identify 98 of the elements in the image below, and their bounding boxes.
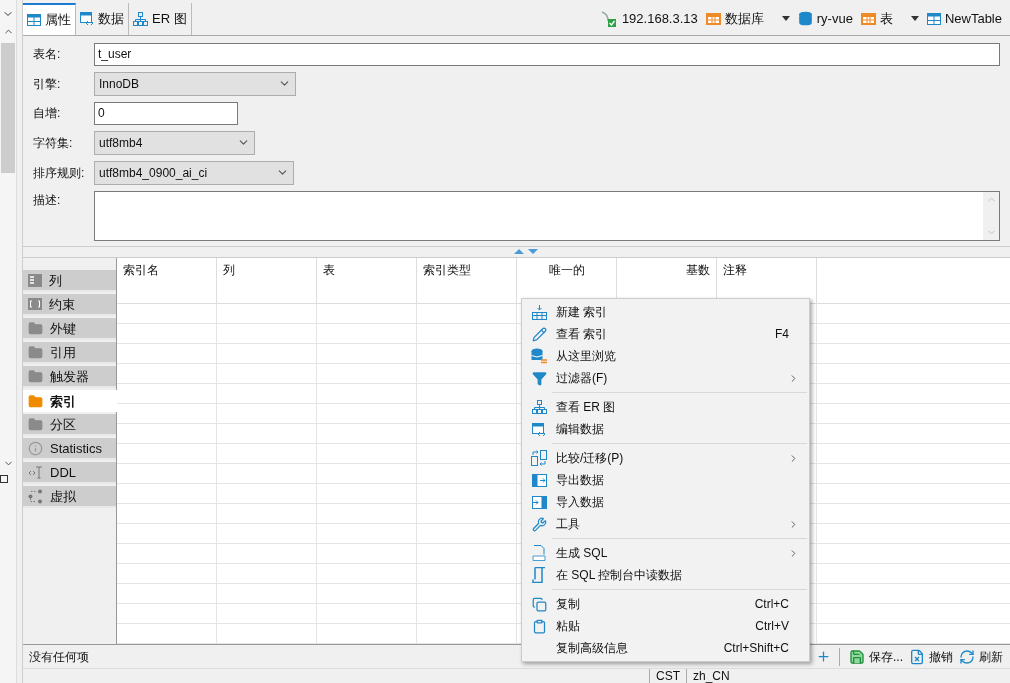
dropdown-caret-icon[interactable] bbox=[781, 16, 790, 22]
toolbar-button[interactable]: 撤销 bbox=[906, 647, 956, 666]
table-icon bbox=[926, 12, 941, 25]
wrench-icon bbox=[531, 516, 547, 532]
column-header[interactable]: 索引类型 bbox=[417, 258, 517, 304]
side-tab[interactable]: 外键 bbox=[23, 318, 116, 341]
brackets-icon bbox=[28, 298, 42, 311]
data-grid-icon bbox=[532, 422, 546, 436]
menu-item[interactable]: 导出数据 bbox=[522, 469, 809, 491]
field-label: 引擎: bbox=[33, 75, 62, 93]
side-tab[interactable]: DDL bbox=[23, 462, 116, 485]
breadcrumb-item[interactable]: 192.168.3.13 bbox=[599, 9, 698, 29]
shortcut-text: Ctrl+C bbox=[754, 596, 790, 613]
console-page-icon bbox=[532, 567, 546, 583]
breadcrumb-item[interactable]: ry-vue bbox=[797, 9, 853, 29]
document-x-icon bbox=[909, 648, 925, 665]
table-icon bbox=[27, 13, 41, 26]
add-icon[interactable] bbox=[816, 649, 831, 665]
menu-item[interactable]: 从这里浏览 bbox=[522, 345, 809, 367]
menu-item[interactable]: 查看 索引 F4 bbox=[522, 323, 809, 345]
save-icon bbox=[849, 648, 865, 665]
file-icon bbox=[532, 545, 546, 561]
splitter-arrows-icon[interactable] bbox=[514, 249, 540, 256]
menu-item[interactable]: 编辑数据 bbox=[522, 418, 809, 440]
menu-item[interactable]: 新建 索引 bbox=[522, 301, 809, 323]
menu-item[interactable]: 工具 bbox=[522, 513, 809, 535]
shortcut-text: F4 bbox=[775, 326, 790, 343]
menu-item[interactable]: 比较/迁移(P) bbox=[522, 447, 809, 469]
select-field[interactable]: utf8mb4_0900_ai_ci bbox=[94, 160, 294, 185]
toolbar-button[interactable]: 保存... bbox=[846, 647, 906, 666]
side-tab[interactable]: 约束 bbox=[23, 294, 116, 317]
database-list-icon bbox=[531, 348, 547, 364]
add-table-icon bbox=[531, 304, 547, 320]
side-tab[interactable]: 引用 bbox=[23, 342, 116, 365]
side-tab[interactable]: 索引 bbox=[23, 390, 117, 413]
toolbar-button[interactable]: 刷新 bbox=[956, 647, 1006, 666]
side-tab[interactable]: Statistics bbox=[23, 438, 116, 461]
columns-icon bbox=[28, 273, 42, 287]
field-label: 排序规则: bbox=[33, 164, 86, 182]
folder-icon bbox=[28, 416, 43, 432]
status-text: 没有任何项 bbox=[29, 648, 89, 666]
connection-check-icon bbox=[599, 9, 618, 28]
data-grid-icon bbox=[80, 12, 94, 26]
database-icon bbox=[797, 11, 813, 27]
folder-icon bbox=[28, 344, 43, 360]
side-tab[interactable]: 虚拟 bbox=[23, 486, 116, 509]
menu-item[interactable]: 在 SQL 控制台中读数据 bbox=[522, 564, 809, 586]
menu-item[interactable]: 导入数据 bbox=[522, 491, 809, 513]
field-label: 自增: bbox=[33, 105, 62, 123]
pencil-icon bbox=[531, 326, 547, 342]
shortcut-text: Ctrl+V bbox=[755, 618, 790, 635]
menu-item[interactable]: 粘贴 Ctrl+V bbox=[522, 615, 809, 637]
field-label: 表名: bbox=[33, 46, 62, 64]
menu-item[interactable]: 过滤器(F) bbox=[522, 367, 809, 389]
info-icon bbox=[28, 440, 43, 456]
code-text-icon bbox=[28, 465, 43, 479]
folder-icon bbox=[28, 368, 43, 384]
select-field[interactable]: InnoDB bbox=[94, 71, 296, 96]
text-field[interactable]: t_user bbox=[94, 42, 1000, 66]
side-tab[interactable]: 分区 bbox=[23, 414, 116, 437]
filter-icon bbox=[531, 370, 547, 386]
nodes-icon bbox=[28, 488, 43, 504]
side-tab[interactable]: 触发器 bbox=[23, 366, 116, 389]
clipboard-icon bbox=[531, 618, 547, 634]
export-table-icon bbox=[531, 473, 547, 487]
text-area[interactable] bbox=[94, 190, 1000, 241]
menu-item[interactable]: 复制 Ctrl+C bbox=[522, 593, 809, 615]
text-field[interactable]: 0 bbox=[94, 101, 238, 125]
refresh-icon bbox=[959, 648, 975, 665]
grid-folder-icon bbox=[705, 12, 721, 25]
hierarchy-icon bbox=[133, 11, 148, 26]
hierarchy-icon bbox=[531, 400, 547, 414]
menu-item[interactable]: 查看 ER 图 bbox=[522, 396, 809, 418]
side-tab[interactable]: 列 bbox=[23, 270, 116, 293]
menu-item[interactable]: 生成 SQL bbox=[522, 542, 809, 564]
column-header[interactable]: 列 bbox=[217, 258, 317, 304]
column-header[interactable]: 索引名 bbox=[117, 258, 217, 304]
field-label: 描述: bbox=[33, 191, 62, 209]
compare-arrows-icon bbox=[531, 450, 547, 466]
breadcrumb-item[interactable]: NewTable bbox=[926, 9, 1002, 29]
field-label: 字符集: bbox=[33, 134, 74, 152]
dropdown-caret-icon[interactable] bbox=[910, 16, 919, 22]
scroll-thumb[interactable] bbox=[1, 43, 15, 173]
import-table-icon bbox=[531, 495, 547, 509]
breadcrumb-item[interactable]: 表 bbox=[860, 9, 893, 29]
column-header[interactable]: 表 bbox=[317, 258, 417, 304]
status-bar-item: zh_CN bbox=[686, 668, 736, 683]
folder-icon bbox=[28, 393, 43, 409]
folder-icon bbox=[28, 320, 43, 336]
menu-item[interactable]: 复制高级信息 Ctrl+Shift+C bbox=[522, 637, 809, 659]
grid-folder-icon bbox=[860, 12, 876, 25]
status-bar-item: CST bbox=[649, 668, 686, 683]
editor-tab[interactable]: 属性 bbox=[23, 3, 76, 35]
select-field[interactable]: utf8mb4 bbox=[94, 130, 255, 155]
shortcut-text: Ctrl+Shift+C bbox=[723, 640, 790, 657]
breadcrumb-item[interactable]: 数据库 bbox=[705, 9, 764, 29]
panel-icon[interactable] bbox=[0, 475, 8, 483]
copy-icon bbox=[531, 596, 547, 612]
